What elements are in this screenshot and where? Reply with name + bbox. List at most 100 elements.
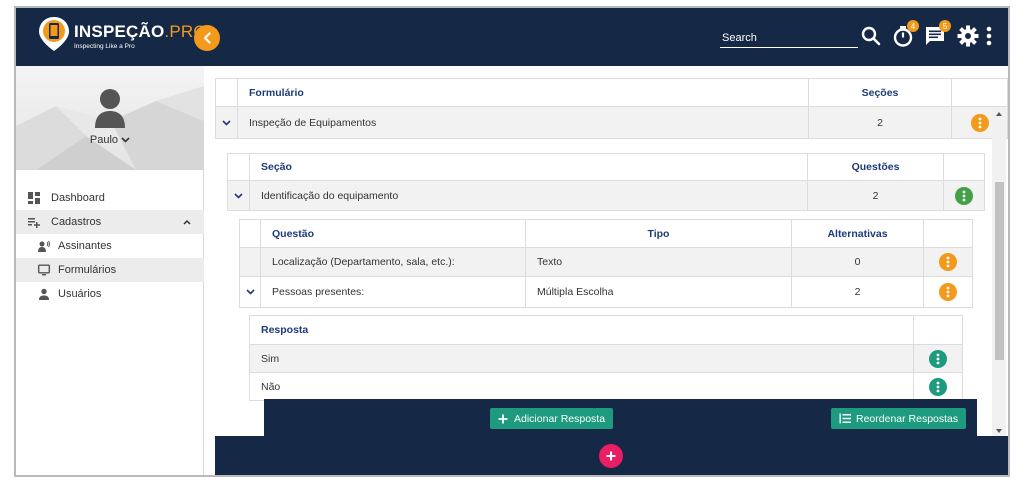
- user-name: Paulo: [89, 134, 119, 146]
- dashboard-icon: [28, 192, 40, 204]
- bottom-bar: [215, 436, 1008, 475]
- question-text: Pessoas presentes:: [260, 276, 526, 308]
- content-scrollbar[interactable]: [992, 108, 1006, 438]
- answers-action-bar: Adicionar Resposta Reordenar Respostas: [264, 399, 977, 437]
- more-vertical-icon: [986, 26, 992, 46]
- logo-tagline: Inspecting Like a Pro: [74, 43, 135, 50]
- question-actions-button[interactable]: [939, 253, 957, 271]
- timer-button[interactable]: 4: [891, 20, 919, 48]
- question-actions-button[interactable]: [939, 283, 957, 301]
- expand-toggle[interactable]: [215, 106, 238, 139]
- playlist-add-icon: [28, 218, 40, 228]
- column-header-secoes: Seções: [808, 78, 952, 107]
- plus-icon: [498, 414, 508, 423]
- answer-text: Não: [249, 372, 914, 401]
- settings-button[interactable]: [956, 24, 980, 48]
- add-fab-button[interactable]: [599, 444, 623, 468]
- top-bar: INSPEÇÃO.PRO Inspecting Like a Pro 4 5: [16, 8, 1008, 66]
- more-vertical-icon: [936, 353, 940, 364]
- gear-icon: [957, 25, 979, 47]
- record-voice-icon: [38, 240, 50, 252]
- sidebar-item-assinantes[interactable]: Assinantes: [16, 234, 204, 258]
- form-actions-button[interactable]: [970, 113, 989, 132]
- table-row: Identificação do equipamento 2: [227, 180, 985, 211]
- sidebar-item-cadastros[interactable]: Cadastros: [16, 210, 204, 234]
- chevron-down-icon: [234, 192, 243, 199]
- table-row: Localização (Departamento, sala, etc.): …: [239, 247, 973, 277]
- reorder-list-icon: [839, 413, 851, 424]
- column-header-questoes: Questões: [807, 153, 944, 181]
- answers-table-header: Resposta: [249, 315, 963, 345]
- sections-table-header: Seção Questões: [227, 153, 985, 181]
- search-button[interactable]: [859, 24, 883, 48]
- profile-panel: Paulo: [16, 66, 204, 170]
- search-box: [720, 26, 858, 48]
- scroll-down-arrow-icon: [996, 429, 1002, 433]
- answer-text: Sim: [249, 344, 914, 373]
- messages-badge: 5: [939, 20, 951, 32]
- column-header-formulario: Formulário: [237, 78, 809, 107]
- sections-table: Seção Questões Identificação do equipame…: [227, 153, 985, 439]
- person-icon: [39, 288, 49, 300]
- chevron-left-icon: [203, 32, 211, 44]
- plus-icon: [606, 451, 616, 461]
- forms-table: Formulário Seções Inspeção de Equipament…: [215, 78, 1008, 439]
- sidebar-item-formularios[interactable]: Formulários: [16, 258, 204, 282]
- reorder-answers-button[interactable]: Reordenar Respostas: [831, 408, 967, 429]
- add-answer-label: Adicionar Resposta: [514, 412, 606, 425]
- more-vertical-icon: [946, 286, 950, 298]
- question-type: Múltipla Escolha: [525, 276, 792, 308]
- answer-actions-button[interactable]: [929, 377, 947, 396]
- column-header-questao: Questão: [260, 219, 526, 248]
- scroll-thumb[interactable]: [995, 182, 1004, 360]
- collapse-sidebar-button[interactable]: [194, 25, 220, 51]
- search-icon: [861, 26, 881, 46]
- logo-pin-icon: [39, 17, 69, 51]
- sidebar-item-dashboard[interactable]: Dashboard: [16, 186, 204, 210]
- more-vertical-icon: [936, 381, 940, 392]
- timer-badge: 4: [907, 20, 919, 32]
- table-row: Pessoas presentes: Múltipla Escolha 2: [239, 276, 973, 308]
- answer-actions-button[interactable]: [929, 349, 947, 368]
- chevron-up-icon: [183, 219, 191, 225]
- expand-toggle[interactable]: [227, 180, 250, 211]
- table-row: Inspeção de Equipamentos 2: [215, 106, 1008, 139]
- section-name: Identificação do equipamento: [249, 180, 808, 211]
- sidebar-item-label: Formulários: [58, 264, 117, 276]
- nav-menu: Dashboard Cadastros Assinantes Formulári…: [16, 186, 204, 306]
- question-type: Texto: [525, 247, 792, 277]
- column-header-alternativas: Alternativas: [791, 219, 924, 248]
- column-header-secao: Seção: [249, 153, 808, 181]
- sidebar-item-label: Assinantes: [58, 240, 112, 252]
- more-vertical-icon: [978, 117, 981, 128]
- form-name: Inspeção de Equipamentos: [237, 106, 809, 139]
- search-input[interactable]: [720, 28, 858, 48]
- table-row: Não: [249, 372, 963, 401]
- messages-button[interactable]: 5: [923, 20, 951, 48]
- question-text: Localização (Departamento, sala, etc.):: [260, 247, 526, 277]
- section-actions-button[interactable]: [955, 186, 973, 205]
- avatar[interactable]: [93, 88, 127, 128]
- main-content: Formulário Seções Inspeção de Equipament…: [215, 78, 1008, 439]
- scroll-up-arrow-icon: [996, 112, 1002, 116]
- add-answer-button[interactable]: Adicionar Resposta: [490, 408, 614, 429]
- sidebar: Paulo Dashboard Cadastros Assinantes For…: [16, 66, 204, 475]
- column-header-tipo: Tipo: [525, 219, 792, 248]
- sidebar-item-usuarios[interactable]: Usuários: [16, 282, 204, 306]
- forms-table-header: Formulário Seções: [215, 78, 1008, 107]
- sidebar-item-label: Dashboard: [51, 192, 105, 204]
- more-vertical-icon: [962, 190, 966, 201]
- column-header-resposta: Resposta: [249, 315, 914, 345]
- table-row: Sim: [249, 344, 963, 373]
- question-alternatives-count: 0: [791, 247, 924, 277]
- more-menu-button[interactable]: [983, 24, 995, 48]
- more-vertical-icon: [946, 256, 950, 268]
- monitor-icon: [38, 264, 50, 276]
- logo-text: INSPEÇÃO.PRO: [74, 22, 207, 41]
- questions-table-header: Questão Tipo Alternativas: [239, 219, 973, 248]
- expand-toggle[interactable]: [239, 276, 261, 308]
- section-questions-count: 2: [807, 180, 944, 211]
- user-menu[interactable]: Paulo: [16, 134, 204, 146]
- question-alternatives-count: 2: [791, 276, 924, 308]
- form-sections-count: 2: [808, 106, 952, 139]
